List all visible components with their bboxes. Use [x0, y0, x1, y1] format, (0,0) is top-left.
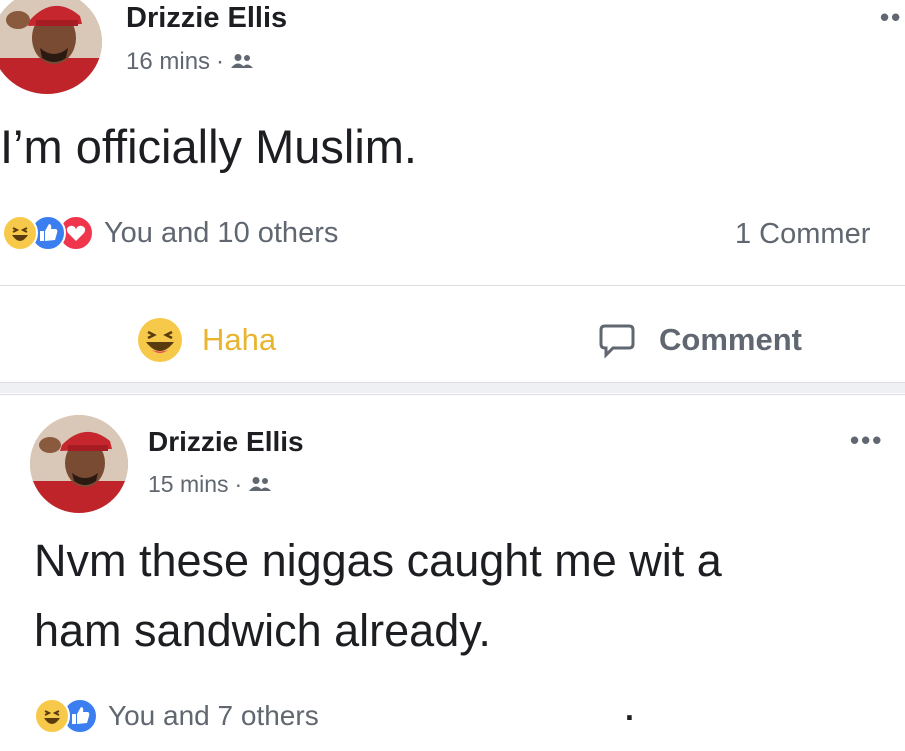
haha-action-button[interactable]: Haha [136, 315, 276, 365]
haha-reaction-icon [34, 698, 70, 734]
post-card-2: Drizzie Ellis 15 mins · ••• Nvm these ni… [0, 394, 905, 751]
trailing-dot: . [625, 691, 634, 727]
author-name[interactable]: Drizzie Ellis [126, 2, 287, 35]
author-avatar[interactable] [0, 0, 102, 94]
haha-reaction-icon [2, 215, 38, 251]
post-text-line-2: ham sandwich already. [34, 605, 491, 656]
author-avatar[interactable] [30, 415, 128, 513]
haha-emoji-icon [136, 316, 184, 364]
reaction-count-text[interactable]: You and 10 others [104, 217, 338, 250]
meta-separator: · [234, 471, 243, 497]
author-name[interactable]: Drizzie Ellis [148, 426, 304, 458]
reaction-summary[interactable]: You and 7 others [34, 697, 319, 735]
post-meta: 15 mins · [148, 471, 272, 498]
more-options-icon[interactable]: ••• [850, 425, 883, 456]
feed-separator [0, 383, 905, 393]
reaction-count-text[interactable]: You and 7 others [108, 700, 319, 732]
actions-divider [0, 285, 905, 286]
haha-action-label: Haha [202, 322, 277, 357]
post-text-line-1: Nvm these niggas caught me wit a [34, 535, 722, 586]
post-meta: 16 mins · [126, 48, 254, 76]
post-timestamp[interactable]: 15 mins [148, 471, 229, 498]
meta-separator: · [216, 48, 225, 75]
friends-icon [230, 53, 254, 71]
post-timestamp[interactable]: 16 mins [126, 48, 210, 76]
post-text: I’m officially Muslim. [0, 120, 417, 173]
friends-icon [248, 476, 272, 494]
comment-action-label: Comment [659, 322, 802, 357]
comment-action-button[interactable]: Comment [597, 315, 802, 365]
reaction-summary[interactable]: You and 10 others [2, 214, 338, 252]
comment-bubble-icon [597, 320, 637, 360]
comment-count[interactable]: 1 Commer [735, 218, 870, 251]
post-card-1: Drizzie Ellis 16 mins · •• I’m officiall… [0, 0, 905, 383]
more-options-icon[interactable]: •• [880, 2, 902, 33]
